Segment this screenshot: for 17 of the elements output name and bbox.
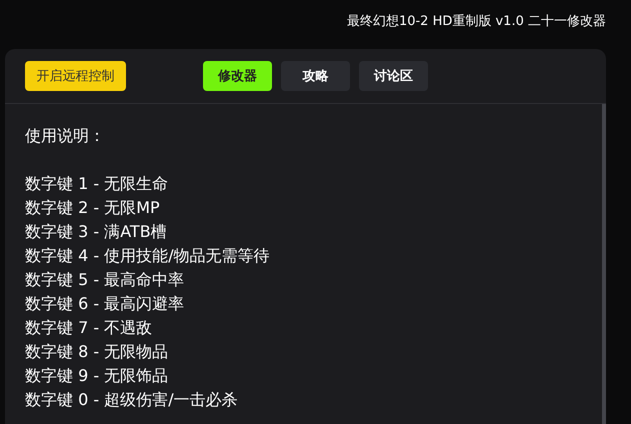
- hotkey-line: 数字键 4 - 使用技能/物品无需等待: [25, 245, 271, 267]
- scrollbar[interactable]: [602, 104, 606, 424]
- tab[interactable]: 讨论区: [359, 61, 428, 91]
- remote-control-button[interactable]: 开启远程控制: [25, 61, 126, 91]
- hotkey-line: 数字键 7 - 不遇敌: [25, 317, 154, 339]
- hotkey-line: 数字键 5 - 最高命中率: [25, 269, 186, 291]
- hotkey-line: 数字键 8 - 无限物品: [25, 341, 170, 363]
- hotkey-line: 数字键 2 - 无限MP: [25, 197, 161, 219]
- window-title: 最终幻想10-2 HD重制版 v1.0 二十一修改器: [346, 13, 606, 31]
- instructions-heading: 使用说明：: [25, 125, 106, 147]
- tab[interactable]: 攻略: [281, 61, 350, 91]
- hotkey-line: 数字键 9 - 无限饰品: [25, 365, 170, 387]
- hotkey-line: 数字键 1 - 无限生命: [25, 173, 170, 195]
- hotkey-line: 数字键 3 - 满ATB槽: [25, 221, 168, 243]
- hotkey-line: 数字键 6 - 最高闪避率: [25, 293, 186, 315]
- hotkey-line: 数字键 0 - 超级伤害/一击必杀: [25, 389, 239, 411]
- tab[interactable]: 修改器: [203, 61, 272, 91]
